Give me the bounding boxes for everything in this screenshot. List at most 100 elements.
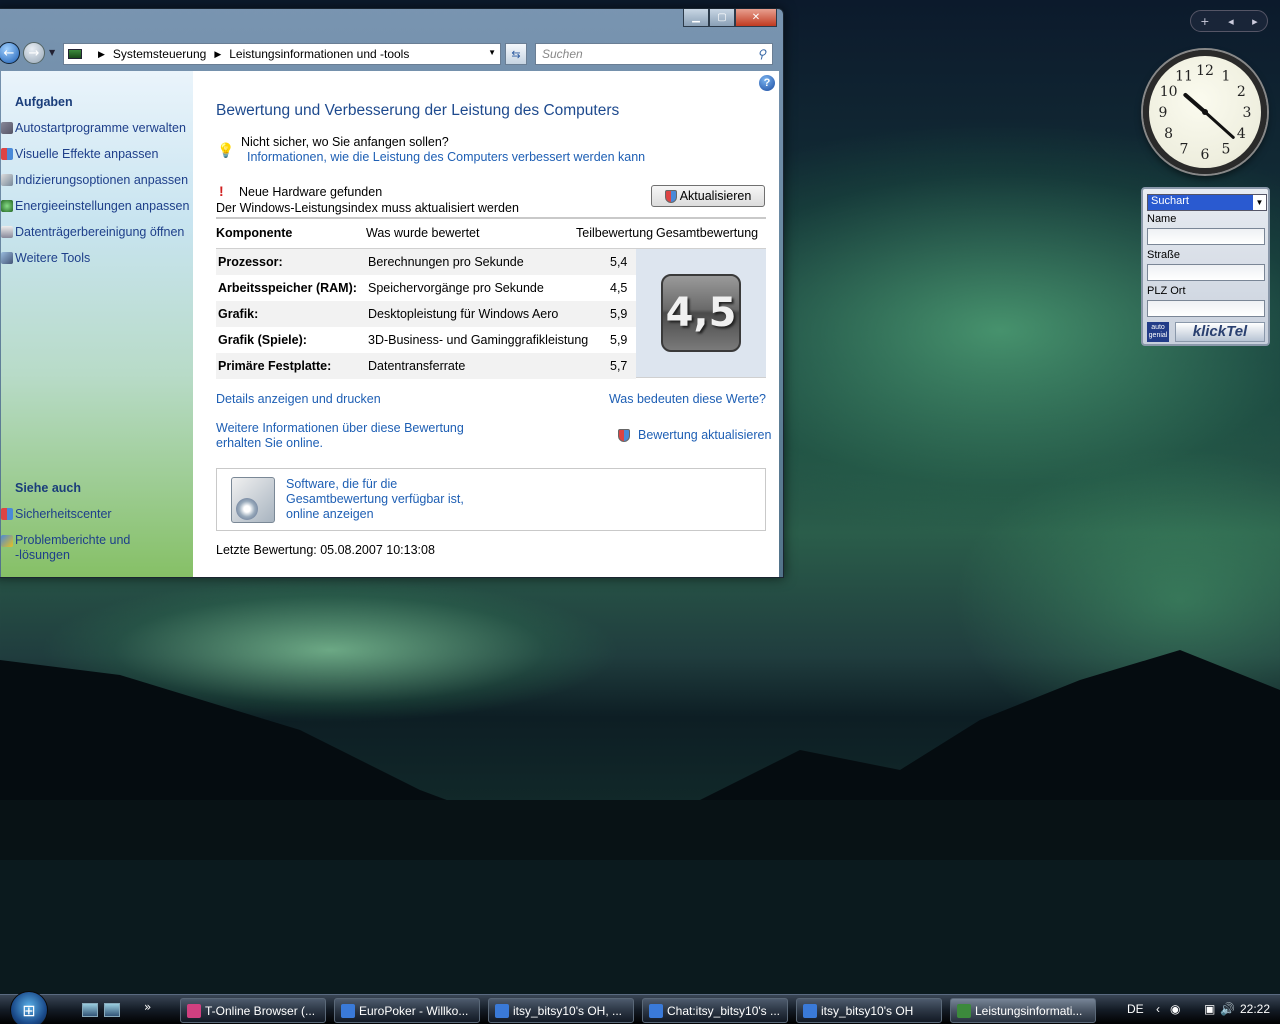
help-icon[interactable]: ? xyxy=(759,75,775,91)
sidebar-item-indexing[interactable]: Indizierungsoptionen anpassen xyxy=(1,173,193,187)
subscore-cell: 5,4 xyxy=(610,255,628,269)
star-icon xyxy=(803,1003,817,1018)
clock-numeral: 11 xyxy=(1175,69,1193,85)
what-do-values-mean-link[interactable]: Was bedeuten diese Werte? xyxy=(609,392,766,407)
software-panel: Software, die für die Gesamtbewertung ve… xyxy=(216,468,766,531)
sidebar-item-label: Problemberichte und -lösungen xyxy=(15,533,130,563)
sidebar-item-more-tools[interactable]: Weitere Tools xyxy=(1,251,193,265)
shield-icon xyxy=(618,429,630,442)
improve-performance-link[interactable]: Informationen, wie die Leistung des Comp… xyxy=(247,150,645,164)
base-score-panel: 4,5 xyxy=(636,249,766,377)
refresh-button[interactable]: ⇆ xyxy=(505,43,527,65)
label-line: -lösungen xyxy=(15,548,70,562)
zip-city-label: PLZ Ort xyxy=(1147,285,1186,297)
switch-windows-icon[interactable] xyxy=(104,1003,120,1017)
address-bar[interactable]: ▶ Systemsteuerung ▶ Leistungsinformation… xyxy=(63,43,501,65)
clock-numeral: 3 xyxy=(1243,105,1252,121)
problem-reports-icon xyxy=(1,535,13,547)
taskbar-button[interactable]: EuroPoker - Willko... xyxy=(334,998,480,1023)
window-body: Aufgaben Autostartprogramme verwalten Vi… xyxy=(1,71,779,577)
clock-gadget[interactable]: 12 1 2 3 4 5 6 7 8 9 10 11 xyxy=(1143,50,1267,174)
breadcrumb-leistungsinformationen[interactable]: Leistungsinformationen und -tools xyxy=(229,47,409,61)
maximize-button[interactable]: ▢ xyxy=(709,9,735,27)
search-input[interactable]: Suchen ⚲ xyxy=(535,43,773,65)
recent-pages-dropdown[interactable]: ▼ xyxy=(49,48,55,57)
subscore-cell: 5,9 xyxy=(610,333,628,347)
sidebar-gadget-controls: + ◂ ▸ xyxy=(1190,10,1268,32)
search-icon[interactable]: ⚲ xyxy=(757,47,766,61)
indexing-icon xyxy=(1,174,13,186)
taskbar-button[interactable]: itsy_bitsy10's OH, ... xyxy=(488,998,634,1023)
chevron-right-icon[interactable]: ▶ xyxy=(98,49,105,60)
clock-minute-hand xyxy=(1203,110,1235,139)
breadcrumb-systemsteuerung[interactable]: Systemsteuerung xyxy=(113,47,206,61)
component-cell: Prozessor: xyxy=(218,255,283,269)
back-button[interactable]: ← xyxy=(0,42,20,64)
control-panel-window[interactable]: ▁ ▢ ✕ ← → ▼ ▶ Systemsteuerung ▶ Leistung… xyxy=(0,8,784,578)
clock-time[interactable]: 22:22 xyxy=(1240,1002,1270,1016)
chevron-down-icon[interactable]: ▼ xyxy=(1253,195,1266,210)
sidebar-item-problem-reports[interactable]: Problemberichte und -lösungen xyxy=(1,533,193,563)
quicklaunch-more-icon[interactable]: » xyxy=(144,1000,151,1014)
search-type-select[interactable]: Suchart ▼ xyxy=(1147,194,1267,211)
what-cell: Datentransferrate xyxy=(368,359,466,373)
base-score-badge: 4,5 xyxy=(661,274,741,352)
score-table: Prozessor: Berechnungen pro Sekunde 5,4 … xyxy=(216,248,766,379)
reevaluate-link[interactable]: Bewertung aktualisieren xyxy=(618,428,771,443)
monitor-icon[interactable]: ▣ xyxy=(1204,1002,1215,1016)
close-button[interactable]: ✕ xyxy=(735,9,777,27)
tip-text: Nicht sicher, wo Sie anfangen sollen? xyxy=(241,135,449,149)
network-icon[interactable]: ◉ xyxy=(1170,1002,1180,1016)
software-online-link[interactable]: Software, die für die Gesamtbewertung ve… xyxy=(286,477,464,522)
details-print-link[interactable]: Details anzeigen und drucken xyxy=(216,392,381,407)
taskbar-button-label: Leistungsinformati... xyxy=(975,1003,1083,1018)
chevron-right-icon[interactable]: ▶ xyxy=(214,49,221,60)
table-row: Primäre Festplatte: Datentransferrate 5,… xyxy=(216,353,636,379)
taskbar-button[interactable]: Chat:itsy_bitsy10's ... xyxy=(642,998,788,1023)
clock-numeral: 4 xyxy=(1237,126,1246,142)
sidebar-item-security-center[interactable]: Sicherheitscenter xyxy=(1,507,193,521)
clock-numeral: 1 xyxy=(1222,69,1231,85)
what-cell: Desktopleistung für Windows Aero xyxy=(368,307,559,321)
add-gadget-icon[interactable]: + xyxy=(1200,15,1209,28)
clock-numeral: 5 xyxy=(1222,141,1231,157)
notification-area: DE ‹ ◉ ▣ 🔊 22:22 xyxy=(1100,995,1280,1024)
update-button[interactable]: Aktualisieren xyxy=(651,185,765,207)
chevron-right-icon[interactable]: ▸ xyxy=(1252,15,1258,28)
startup-programs-icon xyxy=(1,122,13,134)
clock-face: 12 12 3 45678 9 1011 xyxy=(1159,63,1252,163)
taskbar-button-active[interactable]: Leistungsinformati... xyxy=(950,998,1096,1023)
address-dropdown-icon[interactable]: ▼ xyxy=(488,48,496,57)
sidebar-item-visual-effects[interactable]: Visuelle Effekte anpassen xyxy=(1,147,193,161)
start-button[interactable]: ⊞ xyxy=(10,991,48,1024)
minimize-button[interactable]: ▁ xyxy=(683,9,709,27)
klicktel-search-button[interactable]: klickTel xyxy=(1175,322,1265,342)
volume-icon[interactable]: 🔊 xyxy=(1220,1002,1235,1016)
chevron-left-icon[interactable]: ‹ xyxy=(1156,1002,1160,1016)
klicktel-gadget: Suchart ▼ Name Straße PLZ Ort auto genia… xyxy=(1141,187,1270,346)
sidebar-item-power[interactable]: Energieeinstellungen anpassen xyxy=(1,199,193,213)
taskbar-button[interactable]: itsy_bitsy10's OH xyxy=(796,998,942,1023)
label-line: Problemberichte und xyxy=(15,533,131,547)
forward-button[interactable]: → xyxy=(23,42,45,64)
sidebar-item-disk-cleanup[interactable]: Datenträgerbereinigung öffnen xyxy=(1,225,193,239)
language-indicator[interactable]: DE xyxy=(1127,1002,1144,1016)
disk-cleanup-icon xyxy=(1,226,13,238)
tasks-heading: Aufgaben xyxy=(15,95,73,109)
clock-numeral: 8 xyxy=(1164,126,1173,142)
sidebar-item-startup-programs[interactable]: Autostartprogramme verwalten xyxy=(1,121,193,135)
taskbar-button-label: itsy_bitsy10's OH xyxy=(821,1003,914,1018)
zip-city-field[interactable] xyxy=(1147,300,1265,317)
taskbar-button[interactable]: T-Online Browser (... xyxy=(180,998,326,1023)
more-info-online-link[interactable]: Weitere Informationen über diese Bewertu… xyxy=(216,421,464,451)
show-desktop-icon[interactable] xyxy=(82,1003,98,1017)
clock-center xyxy=(1202,109,1208,115)
name-label: Name xyxy=(1147,213,1177,225)
name-field[interactable] xyxy=(1147,228,1265,245)
chevron-left-icon[interactable]: ◂ xyxy=(1228,15,1234,28)
taskbar-button-label: EuroPoker - Willko... xyxy=(359,1003,469,1018)
clock-hour-hand xyxy=(1183,92,1207,114)
auto-genial-logo[interactable]: auto genial xyxy=(1147,322,1169,342)
street-field[interactable] xyxy=(1147,264,1265,281)
sidebar-item-label: Sicherheitscenter xyxy=(15,507,112,521)
